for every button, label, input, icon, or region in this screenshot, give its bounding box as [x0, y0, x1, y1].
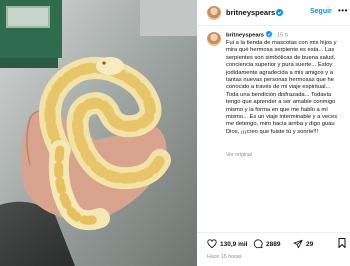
post-header: britneyspears Seguir •••: [197, 0, 350, 26]
see-original-link[interactable]: Ver original: [226, 152, 252, 158]
caption: britneyspears · 15 h Fui a la tienda de …: [226, 31, 338, 135]
likes-count: 130,9 mil: [220, 240, 248, 248]
post-panel: britneyspears Seguir ••• britneyspears ·…: [197, 0, 350, 266]
caption-username[interactable]: britneyspears: [226, 33, 264, 39]
post-timestamp: Hace 15 horas: [207, 254, 242, 260]
like-button[interactable]: 130,9 mil: [207, 239, 247, 249]
username[interactable]: britneyspears: [226, 8, 275, 17]
comments-count: 2889: [266, 240, 281, 248]
share-icon: [293, 239, 303, 249]
caption-avatar[interactable]: [207, 32, 221, 46]
avatar[interactable]: [207, 6, 221, 20]
verified-badge-icon: [276, 8, 283, 16]
shares-count: 29: [306, 240, 314, 248]
heart-icon: [207, 239, 217, 249]
verified-badge-icon: [265, 31, 272, 37]
caption-time: 15 h: [276, 32, 289, 39]
action-bar: 130,9 mil 2889 29: [197, 232, 350, 252]
comment-button[interactable]: 2889: [253, 239, 280, 249]
share-button[interactable]: 29: [293, 239, 313, 249]
caption-text: Fui a la tienda de mascotas con mis hijo…: [226, 39, 338, 135]
follow-button[interactable]: Seguir: [310, 8, 332, 15]
bookmark-icon[interactable]: [338, 238, 346, 248]
more-icon[interactable]: •••: [338, 6, 348, 15]
snake-photo: [0, 0, 197, 266]
post-photo: [0, 0, 197, 266]
comment-icon: [253, 239, 263, 249]
